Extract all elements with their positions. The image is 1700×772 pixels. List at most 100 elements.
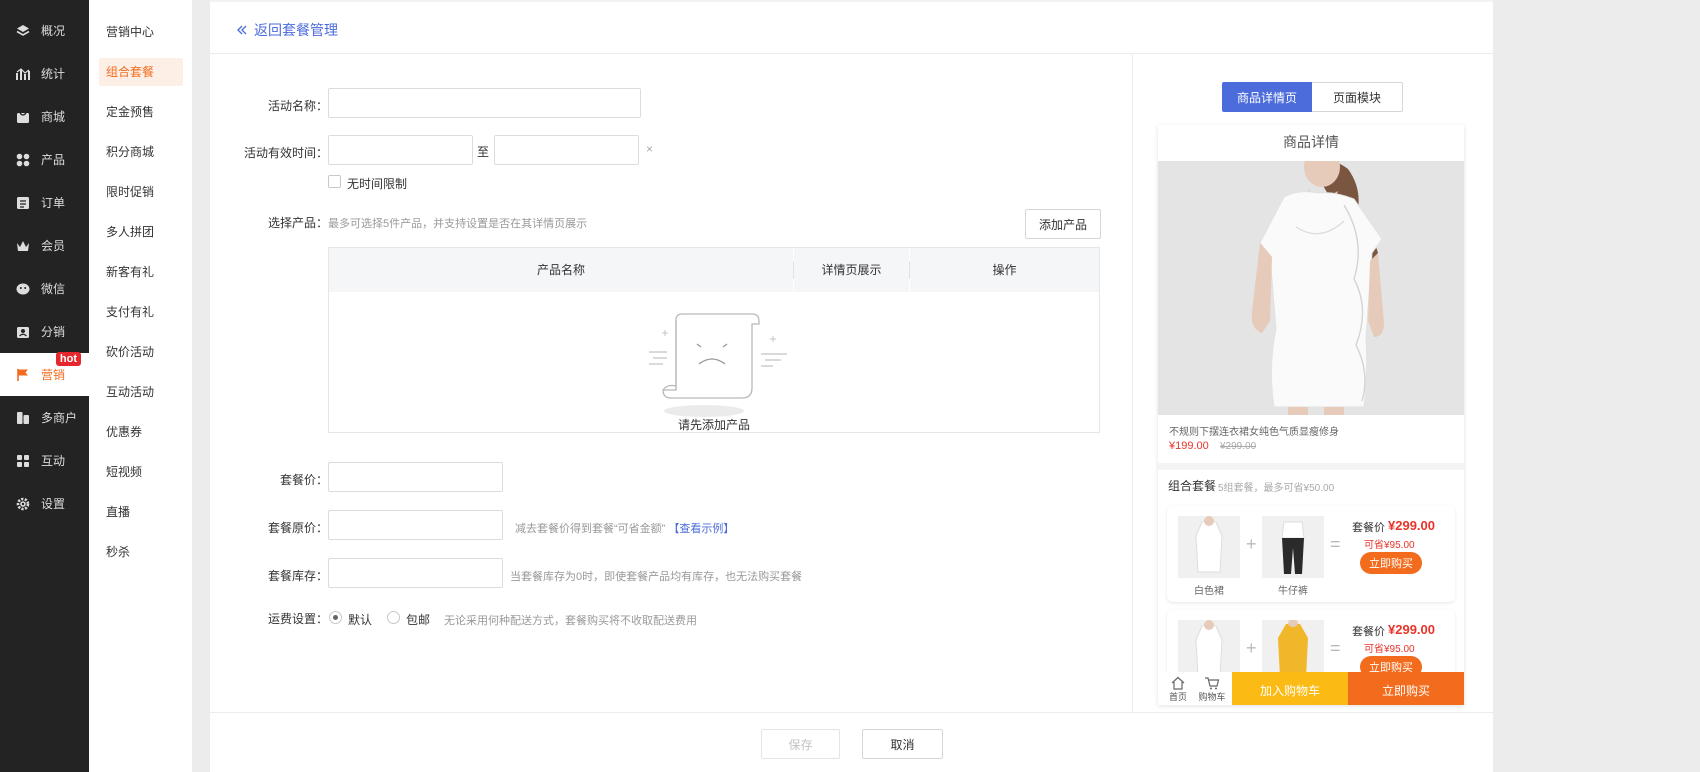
shipping-default-label: 默认 [348, 613, 373, 627]
clear-time-icon[interactable]: × [646, 142, 653, 156]
submenu-item-flash-sale[interactable]: 限时促销 [99, 178, 183, 206]
sidebar-item-label: 互动 [41, 454, 66, 468]
submenu-item-points-mall[interactable]: 积分商城 [99, 138, 183, 166]
start-time-input[interactable] [328, 135, 473, 165]
sidebar-item-mall[interactable]: 商城 [0, 95, 89, 138]
package-buy-button[interactable]: 立即购买 [1360, 552, 1422, 574]
add-product-button[interactable]: 添加产品 [1025, 209, 1101, 239]
package-price-label: 套餐价 [1352, 626, 1385, 638]
submenu-item-payment-gift[interactable]: 支付有礼 [99, 298, 183, 326]
package-price-input[interactable] [328, 462, 503, 492]
cancel-button[interactable]: 取消 [862, 729, 943, 759]
wechat-icon [16, 282, 30, 296]
home-icon [1171, 676, 1185, 690]
shipping-free-label: 包邮 [406, 613, 431, 627]
sidebar-item-label: 设置 [41, 497, 66, 511]
product-hero-image [1158, 161, 1464, 415]
submenu-item-live[interactable]: 直播 [99, 498, 183, 526]
sidebar-item-overview[interactable]: 概况 [0, 9, 89, 52]
submenu-item-new-customer-gift[interactable]: 新客有礼 [99, 258, 183, 286]
phone-title: 商品详情 [1158, 125, 1464, 161]
activity-name-input[interactable] [328, 88, 641, 118]
submenu-item-bargain[interactable]: 砍价活动 [99, 338, 183, 366]
marketing-submenu: 营销中心 组合套餐 定金预售 积分商城 限时促销 多人拼团 新客有礼 支付有礼 … [89, 0, 192, 772]
sidebar-item-stats[interactable]: 统计 [0, 52, 89, 95]
submenu-item-marketing-center[interactable]: 营销中心 [99, 18, 183, 46]
sidebar-item-distribution[interactable]: 分销 [0, 310, 89, 353]
select-product-hint: 最多可选择5件产品，并支持设置是否在其详情页展示 [328, 218, 588, 230]
sidebar-item-interaction[interactable]: 互动 [0, 439, 89, 482]
submenu-item-presale[interactable]: 定金预售 [99, 98, 183, 126]
table-header-detail-display: 详情页展示 [794, 248, 909, 292]
sidebar-item-wechat[interactable]: 微信 [0, 267, 89, 310]
view-example-link[interactable]: 【查看示例】 [668, 523, 734, 535]
main-panel: 返回套餐管理 活动名称： 活动有效时间： 至 × 无时间限制 选择产品： 最多可… [210, 2, 1493, 772]
original-price-hint: 减去套餐价得到套餐“可省金额” 【查看示例】 [515, 520, 734, 536]
package-form: 活动名称： 活动有效时间： 至 × 无时间限制 选择产品： 最多可选择5件产品，… [210, 54, 1132, 712]
store-icon [16, 110, 30, 124]
sidebar-item-label: 概况 [41, 24, 66, 38]
preview-divider [1132, 54, 1133, 712]
merchant-icon [16, 411, 30, 425]
sidebar-item-marketing[interactable]: 营销 hot [0, 352, 89, 396]
sidebar-item-members[interactable]: 会员 [0, 224, 89, 267]
shipping-label: 运费设置： [267, 612, 328, 626]
activity-time-label: 活动有效时间： [243, 146, 328, 160]
form-footer: 保存 取消 [210, 712, 1493, 772]
page-header: 返回套餐管理 [210, 2, 1493, 54]
package-card[interactable]: 白色裙 + 牛仔裤 = 套餐价 ¥299.00 可省¥95.00 立即购买 [1167, 506, 1455, 602]
package-stock-input[interactable] [328, 558, 503, 588]
submenu-item-coupons[interactable]: 优惠券 [99, 418, 183, 446]
add-to-cart-button[interactable]: 加入购物车 [1232, 672, 1348, 705]
white-dress-image [1178, 516, 1240, 578]
end-time-input[interactable] [494, 135, 639, 165]
submenu-item-group-buy[interactable]: 多人拼团 [99, 218, 183, 246]
cart-tab[interactable]: 购物车 [1196, 674, 1228, 703]
sidebar-item-multi-merchant[interactable]: 多商户 [0, 396, 89, 439]
package-price: ¥299.00 [1388, 518, 1435, 533]
package-savings: 可省¥95.00 [1364, 540, 1415, 551]
original-price-hint-text: 减去套餐价得到套餐“可省金额” [515, 523, 666, 535]
product-info: 不规则下摆连衣裙女纯色气质显瘦修身 ¥199.00 ¥299.00 [1158, 415, 1464, 463]
equals-sign: = [1330, 638, 1341, 658]
phone-bottom-bar: 首页 购物车 加入购物车 立即购买 [1158, 672, 1464, 705]
empty-product-text: 请先添加产品 [677, 418, 750, 432]
double-chevron-left-icon [237, 25, 247, 35]
distribution-icon [16, 325, 30, 339]
tab-product-detail[interactable]: 商品详情页 [1222, 82, 1312, 112]
tab-page-module[interactable]: 页面模块 [1312, 82, 1403, 112]
combo-title: 组合套餐 [1168, 479, 1217, 493]
no-time-limit-checkbox[interactable] [328, 175, 341, 188]
right-background [1493, 0, 1700, 772]
sidebar-item-products[interactable]: 产品 [0, 138, 89, 181]
package-item-caption: 白色裙 [1194, 586, 1224, 597]
sidebar-item-settings[interactable]: 设置 [0, 482, 89, 525]
package-item-caption: 牛仔裤 [1278, 586, 1308, 597]
buy-now-button[interactable]: 立即购买 [1348, 672, 1464, 705]
package-price: ¥299.00 [1388, 622, 1435, 637]
back-link[interactable]: 返回套餐管理 [236, 20, 338, 40]
cart-tab-label: 购物车 [1198, 692, 1226, 702]
cart-icon [1205, 677, 1220, 690]
original-price-label: 套餐原价： [267, 521, 328, 535]
shipping-free-radio[interactable] [387, 611, 400, 624]
shipping-default-radio[interactable] [329, 611, 342, 624]
submenu-item-combo-package[interactable]: 组合套餐 [99, 58, 183, 86]
combo-subtitle: 5组套餐，最多可省¥50.00 [1218, 483, 1335, 494]
chart-icon [16, 67, 30, 81]
package-item-thumb [1262, 516, 1324, 578]
home-tab[interactable]: 首页 [1162, 674, 1194, 703]
submenu-item-short-video[interactable]: 短视频 [99, 458, 183, 486]
home-tab-label: 首页 [1168, 692, 1187, 702]
table-header-actions: 操作 [910, 248, 1099, 292]
sidebar-item-orders[interactable]: 订单 [0, 181, 89, 224]
save-button[interactable]: 保存 [761, 729, 840, 759]
flag-icon [16, 368, 30, 382]
original-price-input[interactable] [328, 510, 503, 540]
back-link-label: 返回套餐管理 [254, 22, 338, 38]
time-separator: 至 [477, 145, 490, 159]
submenu-item-interactive-activity[interactable]: 互动活动 [99, 378, 183, 406]
submenu-item-seckill[interactable]: 秒杀 [99, 538, 183, 566]
layout-gap [192, 0, 210, 772]
package-stock-hint: 当套餐库存为0时，即使套餐产品均有库存，也无法购买套餐 [510, 571, 803, 583]
